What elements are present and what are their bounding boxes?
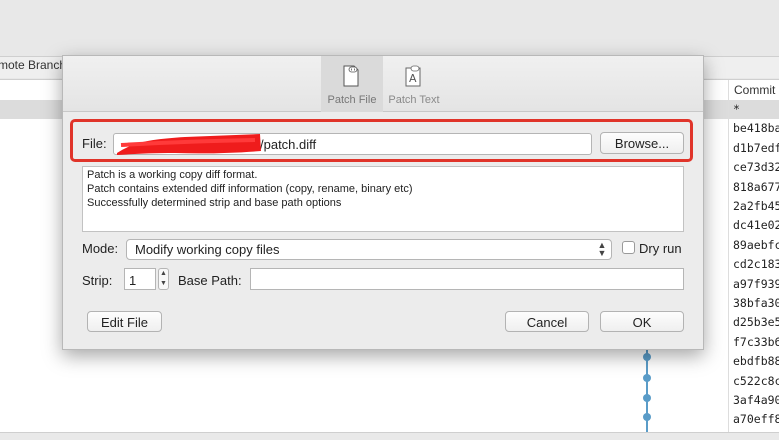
tab-patch-text-label: Patch Text — [388, 94, 440, 106]
commit-hash[interactable]: 2a2fb45 — [733, 199, 779, 213]
patch-file-icon — [343, 65, 359, 87]
log-line: Patch is a working copy diff format. — [87, 169, 258, 181]
commit-hash[interactable]: cd2c183 — [733, 257, 779, 271]
patch-log: Patch is a working copy diff format. Pat… — [82, 166, 684, 232]
dry-run-label: Dry run — [639, 241, 682, 256]
cancel-button[interactable]: Cancel — [505, 311, 589, 332]
dialog-toolbar: Patch File A Patch Text — [63, 56, 703, 112]
svg-text:A: A — [409, 72, 417, 85]
commit-hash[interactable]: * — [733, 102, 740, 116]
commit-column-header[interactable]: Commit — [734, 83, 775, 97]
remote-branch-tab[interactable]: mote Branch — [0, 58, 66, 72]
graph-node — [643, 353, 651, 361]
commit-hash[interactable]: dc41e02 — [733, 218, 779, 232]
highlight-annotation — [70, 119, 693, 162]
apply-patch-dialog: Patch File A Patch Text File: /patch.dif… — [62, 55, 704, 350]
commit-hash[interactable]: d25b3e5 — [733, 315, 779, 329]
base-path-label: Base Path: — [178, 273, 242, 288]
commit-hash[interactable]: a97f939 — [733, 277, 779, 291]
tab-patch-file[interactable]: Patch File — [321, 56, 383, 112]
strip-stepper[interactable]: ▲ ▼ — [158, 268, 169, 290]
mode-select[interactable]: Modify working copy files ▲ ▼ — [126, 239, 612, 260]
commit-hash[interactable]: ce73d32 — [733, 160, 779, 174]
commit-hash[interactable]: c522c8c — [733, 374, 779, 388]
commit-hash[interactable]: ebdfb88 — [733, 354, 779, 368]
graph-node — [643, 394, 651, 402]
patch-text-icon: A — [405, 65, 421, 87]
status-bar — [0, 432, 779, 440]
strip-field[interactable]: 1 — [124, 268, 156, 290]
commit-hash[interactable]: be418ba — [733, 121, 779, 135]
chevron-up-down-icon: ▲ ▼ — [597, 240, 607, 258]
commit-hash[interactable]: f7c33b6 — [733, 335, 779, 349]
dry-run-checkbox[interactable] — [622, 241, 635, 254]
commit-hash[interactable]: d1b7edf — [733, 141, 779, 155]
tab-patch-text[interactable]: A Patch Text — [383, 56, 445, 112]
strip-label: Strip: — [82, 273, 113, 288]
log-line: Successfully determined strip and base p… — [87, 197, 342, 209]
mode-label: Mode: — [82, 241, 119, 256]
log-line: Patch contains extended diff information… — [87, 183, 413, 195]
commit-hash[interactable]: 89aebfc — [733, 238, 779, 252]
commit-hash[interactable]: 3af4a90 — [733, 393, 779, 407]
commit-hash[interactable]: 818a677 — [733, 180, 779, 194]
commit-hash[interactable]: 38bfa30 — [733, 296, 779, 310]
graph-node — [643, 413, 651, 421]
ok-button[interactable]: OK — [600, 311, 684, 332]
commit-hash[interactable]: a70eff8 — [733, 412, 779, 426]
mode-value: Modify working copy files — [135, 242, 280, 257]
tab-patch-file-label: Patch File — [327, 94, 377, 106]
graph-node — [643, 374, 651, 382]
edit-file-button[interactable]: Edit File — [87, 311, 162, 332]
base-path-field[interactable] — [250, 268, 684, 290]
